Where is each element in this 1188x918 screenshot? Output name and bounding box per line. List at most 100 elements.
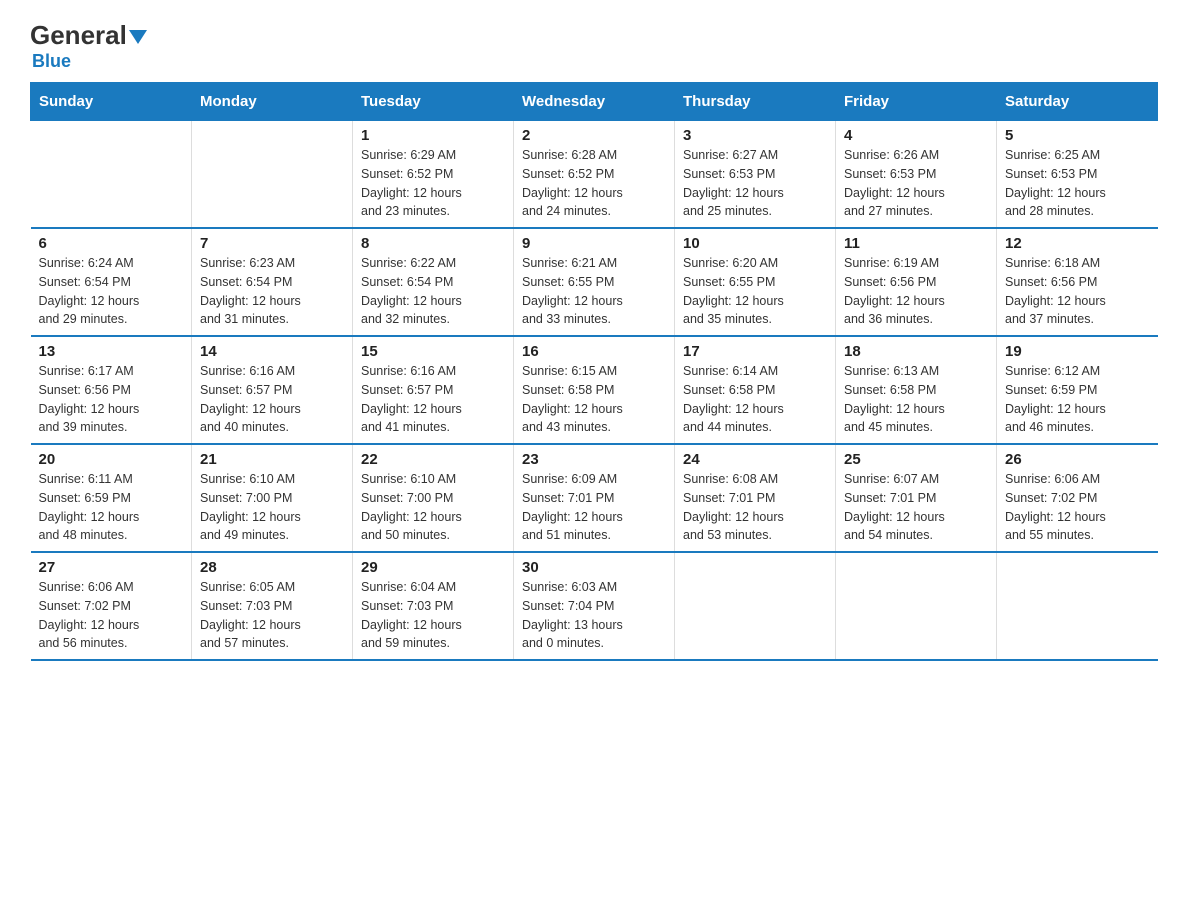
calendar-cell (192, 121, 353, 229)
day-info: Sunrise: 6:13 AM Sunset: 6:58 PM Dayligh… (844, 362, 988, 437)
calendar-cell: 9Sunrise: 6:21 AM Sunset: 6:55 PM Daylig… (514, 228, 675, 336)
day-info: Sunrise: 6:04 AM Sunset: 7:03 PM Dayligh… (361, 578, 505, 653)
calendar-cell: 27 Sunrise: 6:06 AM Sunset: 7:02 PM Dayli… (31, 552, 192, 660)
calendar-cell (675, 552, 836, 660)
day-info: Sunrise: 6:15 AM Sunset: 6:58 PM Dayligh… (522, 362, 666, 437)
day-number: 21 (200, 451, 344, 468)
calendar-cell: 22 Sunrise: 6:10 AM Sunset: 7:00 PM Dayli… (353, 444, 514, 552)
day-number: 30 (522, 559, 666, 576)
col-thursday: Thursday (675, 83, 836, 121)
day-number: 22 (361, 451, 505, 468)
calendar-cell: 10 Sunrise: 6:20 AM Sunset: 6:55 PM Dayli… (675, 228, 836, 336)
day-number: 15 (361, 343, 505, 360)
day-number: 6 (39, 235, 184, 252)
col-saturday: Saturday (997, 83, 1158, 121)
calendar-cell: 12 Sunrise: 6:18 AM Sunset: 6:56 PM Dayli… (997, 228, 1158, 336)
calendar-cell: 5Sunrise: 6:25 AM Sunset: 6:53 PM Daylig… (997, 121, 1158, 229)
calendar-cell: 24 Sunrise: 6:08 AM Sunset: 7:01 PM Dayli… (675, 444, 836, 552)
calendar-cell: 21 Sunrise: 6:10 AM Sunset: 7:00 PM Dayli… (192, 444, 353, 552)
header-row: Sunday Monday Tuesday Wednesday Thursday… (31, 83, 1158, 121)
day-number: 3 (683, 127, 827, 144)
day-info: Sunrise: 6:08 AM Sunset: 7:01 PM Dayligh… (683, 470, 827, 545)
day-number: 27 (39, 559, 184, 576)
day-number: 1 (361, 127, 505, 144)
calendar-cell (997, 552, 1158, 660)
calendar-cell: 14Sunrise: 6:16 AM Sunset: 6:57 PM Dayli… (192, 336, 353, 444)
day-info: Sunrise: 6:05 AM Sunset: 7:03 PM Dayligh… (200, 578, 344, 653)
day-info: Sunrise: 6:03 AM Sunset: 7:04 PM Dayligh… (522, 578, 666, 653)
day-info: Sunrise: 6:11 AM Sunset: 6:59 PM Dayligh… (39, 470, 184, 545)
logo-blue-subtitle: Blue (32, 51, 71, 72)
calendar-table: Sunday Monday Tuesday Wednesday Thursday… (30, 82, 1158, 661)
page-header: General Blue (30, 20, 1158, 72)
day-info: Sunrise: 6:23 AM Sunset: 6:54 PM Dayligh… (200, 254, 344, 329)
day-info: Sunrise: 6:20 AM Sunset: 6:55 PM Dayligh… (683, 254, 827, 329)
calendar-cell: 17Sunrise: 6:14 AM Sunset: 6:58 PM Dayli… (675, 336, 836, 444)
calendar-cell: 23 Sunrise: 6:09 AM Sunset: 7:01 PM Dayli… (514, 444, 675, 552)
day-info: Sunrise: 6:06 AM Sunset: 7:02 PM Dayligh… (39, 578, 184, 653)
day-number: 17 (683, 343, 827, 360)
day-info: Sunrise: 6:16 AM Sunset: 6:57 PM Dayligh… (200, 362, 344, 437)
calendar-cell: 11 Sunrise: 6:19 AM Sunset: 6:56 PM Dayli… (836, 228, 997, 336)
day-number: 29 (361, 559, 505, 576)
day-number: 4 (844, 127, 988, 144)
day-number: 5 (1005, 127, 1150, 144)
day-info: Sunrise: 6:18 AM Sunset: 6:56 PM Dayligh… (1005, 254, 1150, 329)
day-info: Sunrise: 6:26 AM Sunset: 6:53 PM Dayligh… (844, 146, 988, 221)
day-number: 19 (1005, 343, 1150, 360)
day-info: Sunrise: 6:27 AM Sunset: 6:53 PM Dayligh… (683, 146, 827, 221)
day-number: 25 (844, 451, 988, 468)
day-info: Sunrise: 6:24 AM Sunset: 6:54 PM Dayligh… (39, 254, 184, 329)
day-number: 12 (1005, 235, 1150, 252)
calendar-week-5: 27 Sunrise: 6:06 AM Sunset: 7:02 PM Dayli… (31, 552, 1158, 660)
general-text: General (30, 20, 127, 51)
calendar-cell: 2Sunrise: 6:28 AM Sunset: 6:52 PM Daylig… (514, 121, 675, 229)
calendar-cell: 18 Sunrise: 6:13 AM Sunset: 6:58 PM Dayli… (836, 336, 997, 444)
day-number: 9 (522, 235, 666, 252)
calendar-cell: 15 Sunrise: 6:16 AM Sunset: 6:57 PM Dayli… (353, 336, 514, 444)
day-number: 13 (39, 343, 184, 360)
calendar-cell: 8Sunrise: 6:22 AM Sunset: 6:54 PM Daylig… (353, 228, 514, 336)
calendar-cell: 19Sunrise: 6:12 AM Sunset: 6:59 PM Dayli… (997, 336, 1158, 444)
logo-arrow-icon (129, 20, 147, 51)
day-info: Sunrise: 6:09 AM Sunset: 7:01 PM Dayligh… (522, 470, 666, 545)
calendar-cell: 1 Sunrise: 6:29 AM Sunset: 6:52 PM Daylig… (353, 121, 514, 229)
calendar-cell: 29 Sunrise: 6:04 AM Sunset: 7:03 PM Dayli… (353, 552, 514, 660)
day-info: Sunrise: 6:10 AM Sunset: 7:00 PM Dayligh… (361, 470, 505, 545)
calendar-cell: 26 Sunrise: 6:06 AM Sunset: 7:02 PM Dayli… (997, 444, 1158, 552)
day-number: 26 (1005, 451, 1150, 468)
calendar-week-3: 13 Sunrise: 6:17 AM Sunset: 6:56 PM Dayli… (31, 336, 1158, 444)
day-info: Sunrise: 6:28 AM Sunset: 6:52 PM Dayligh… (522, 146, 666, 221)
day-info: Sunrise: 6:06 AM Sunset: 7:02 PM Dayligh… (1005, 470, 1150, 545)
day-info: Sunrise: 6:16 AM Sunset: 6:57 PM Dayligh… (361, 362, 505, 437)
col-monday: Monday (192, 83, 353, 121)
day-info: Sunrise: 6:17 AM Sunset: 6:56 PM Dayligh… (39, 362, 184, 437)
day-number: 16 (522, 343, 666, 360)
calendar-cell: 25Sunrise: 6:07 AM Sunset: 7:01 PM Dayli… (836, 444, 997, 552)
day-number: 20 (39, 451, 184, 468)
logo: General Blue (30, 20, 147, 72)
day-info: Sunrise: 6:19 AM Sunset: 6:56 PM Dayligh… (844, 254, 988, 329)
calendar-week-1: 1 Sunrise: 6:29 AM Sunset: 6:52 PM Daylig… (31, 121, 1158, 229)
calendar-cell (31, 121, 192, 229)
day-number: 23 (522, 451, 666, 468)
calendar-cell: 7 Sunrise: 6:23 AM Sunset: 6:54 PM Daylig… (192, 228, 353, 336)
day-number: 18 (844, 343, 988, 360)
day-number: 24 (683, 451, 827, 468)
calendar-cell: 13 Sunrise: 6:17 AM Sunset: 6:56 PM Dayli… (31, 336, 192, 444)
calendar-cell: 20 Sunrise: 6:11 AM Sunset: 6:59 PM Dayli… (31, 444, 192, 552)
calendar-cell: 16 Sunrise: 6:15 AM Sunset: 6:58 PM Dayli… (514, 336, 675, 444)
calendar-body: 1 Sunrise: 6:29 AM Sunset: 6:52 PM Daylig… (31, 121, 1158, 661)
calendar-week-2: 6 Sunrise: 6:24 AM Sunset: 6:54 PM Daylig… (31, 228, 1158, 336)
day-number: 7 (200, 235, 344, 252)
day-info: Sunrise: 6:22 AM Sunset: 6:54 PM Dayligh… (361, 254, 505, 329)
calendar-header: Sunday Monday Tuesday Wednesday Thursday… (31, 83, 1158, 121)
calendar-cell: 30 Sunrise: 6:03 AM Sunset: 7:04 PM Dayli… (514, 552, 675, 660)
calendar-cell: 28Sunrise: 6:05 AM Sunset: 7:03 PM Dayli… (192, 552, 353, 660)
col-tuesday: Tuesday (353, 83, 514, 121)
day-info: Sunrise: 6:29 AM Sunset: 6:52 PM Dayligh… (361, 146, 505, 221)
calendar-cell (836, 552, 997, 660)
day-number: 11 (844, 235, 988, 252)
day-number: 10 (683, 235, 827, 252)
day-info: Sunrise: 6:10 AM Sunset: 7:00 PM Dayligh… (200, 470, 344, 545)
